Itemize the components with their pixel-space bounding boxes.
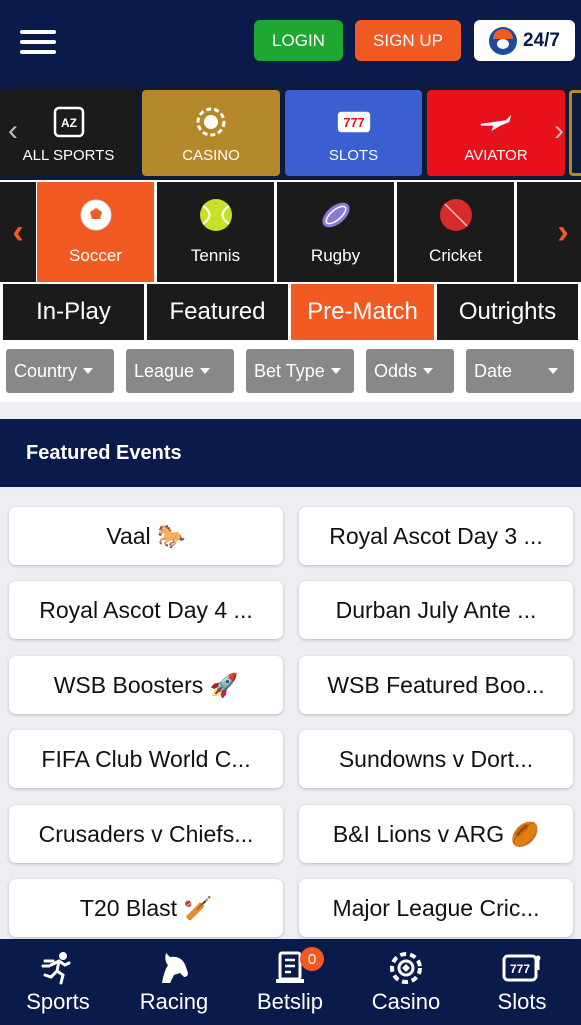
category-carousel: AZ ALL SPORTS CASINO 777 SLOTS AVIATOR ‹…: [0, 84, 581, 180]
sport-label: Soccer: [69, 246, 122, 265]
featured-events-grid: Vaal 🐎 Royal Ascot Day 3 ... Royal Ascot…: [0, 487, 581, 939]
sport-next-peek: [517, 182, 545, 282]
chevron-right-icon[interactable]: ›: [554, 114, 564, 148]
sport-cricket[interactable]: Cricket: [397, 182, 514, 282]
az-icon: AZ: [52, 105, 86, 139]
signup-button[interactable]: SIGN UP: [355, 20, 461, 61]
rugby-ball-icon: [321, 202, 350, 228]
chevron-left-icon[interactable]: ‹: [0, 182, 36, 282]
sport-label: Cricket: [429, 246, 482, 265]
event-button[interactable]: T20 Blast 🏏: [9, 879, 283, 937]
caret-down-icon: [423, 368, 434, 374]
support-label: 24/7: [523, 29, 560, 51]
svg-text:777: 777: [343, 115, 364, 130]
slots-777-icon: 777: [337, 105, 371, 139]
tab-in-play[interactable]: In-Play: [3, 284, 144, 340]
event-button[interactable]: WSB Boosters 🚀: [9, 656, 283, 714]
chip-icon: [194, 105, 228, 139]
nav-betslip[interactable]: Betslip 0: [232, 939, 348, 1025]
caret-down-icon: [200, 368, 211, 374]
date-dropdown[interactable]: Date: [466, 349, 574, 393]
category-all-sports[interactable]: AZ ALL SPORTS: [0, 90, 137, 176]
category-aviator[interactable]: AVIATOR: [427, 90, 565, 176]
caret-down-icon: [548, 368, 559, 374]
svg-text:777: 777: [510, 962, 530, 976]
odds-dropdown[interactable]: Odds: [366, 349, 454, 393]
category-casino[interactable]: CASINO: [142, 90, 280, 176]
category-label: ALL SPORTS: [22, 147, 115, 164]
filter-label: League: [134, 360, 195, 381]
tab-featured[interactable]: Featured: [147, 284, 288, 340]
nav-label: Slots: [497, 989, 547, 1014]
league-dropdown[interactable]: League: [126, 349, 234, 393]
sport-label: Rugby: [310, 246, 361, 265]
event-button[interactable]: Vaal 🐎: [9, 507, 283, 565]
chevron-right-icon[interactable]: ›: [545, 182, 581, 282]
chip-icon: [389, 949, 423, 987]
category-slots[interactable]: 777 SLOTS: [285, 90, 422, 176]
nav-label: Racing: [139, 989, 209, 1014]
filter-label: Date: [474, 360, 513, 381]
event-button[interactable]: Major League Cric...: [299, 879, 573, 937]
runner-icon: [41, 949, 75, 987]
event-button[interactable]: FIFA Club World C...: [9, 730, 283, 788]
category-label: CASINO: [182, 147, 240, 164]
menu-icon[interactable]: [20, 30, 56, 54]
support-button[interactable]: 24/7: [474, 20, 575, 61]
market-tabs: In-Play Featured Pre-Match Outrights: [0, 284, 581, 342]
chevron-left-icon[interactable]: ‹: [8, 114, 18, 148]
plane-icon: [479, 105, 513, 139]
sport-tennis[interactable]: Tennis: [157, 182, 274, 282]
betslip-count-badge: 0: [300, 947, 324, 971]
soccer-ball-icon: [80, 199, 111, 231]
bottom-navigation: Sports Racing Betslip 0 Casino 777 Slots: [0, 939, 581, 1025]
sport-soccer[interactable]: Soccer: [37, 182, 154, 282]
cricket-ball-icon: [439, 199, 472, 231]
filter-bar: Country League Bet Type Odds Date: [0, 342, 581, 402]
login-button[interactable]: LOGIN: [254, 20, 343, 61]
event-button[interactable]: Royal Ascot Day 3 ...: [299, 507, 573, 565]
svg-text:AZ: AZ: [61, 116, 77, 130]
filter-label: Country: [14, 360, 78, 381]
nav-casino[interactable]: Casino: [348, 939, 464, 1025]
caret-down-icon: [330, 368, 341, 374]
tennis-ball-icon: [199, 199, 232, 231]
slots-777-icon: 777: [502, 949, 542, 987]
sports-carousel: ‹ Soccer Tennis Rugby Cricket ›: [0, 180, 581, 284]
caret-down-icon: [83, 368, 94, 374]
category-next-peek: [569, 90, 581, 176]
tab-pre-match[interactable]: Pre-Match: [291, 284, 434, 340]
featured-events-header: Featured Events: [0, 419, 581, 487]
event-button[interactable]: B&I Lions v ARG 🏉: [299, 805, 573, 863]
event-button[interactable]: Sundowns v Dort...: [299, 730, 573, 788]
event-button[interactable]: Crusaders v Chiefs...: [9, 805, 283, 863]
filter-label: Odds: [374, 360, 418, 381]
category-label: AVIATOR: [464, 147, 528, 164]
nav-slots[interactable]: 777 Slots: [464, 939, 580, 1025]
support-agent-icon: [489, 26, 517, 55]
tab-outrights[interactable]: Outrights: [437, 284, 578, 340]
top-header: LOGIN SIGN UP 24/7: [0, 0, 581, 84]
nav-label: Sports: [26, 989, 90, 1014]
event-button[interactable]: WSB Featured Boo...: [299, 656, 573, 714]
event-button[interactable]: Durban July Ante ...: [299, 581, 573, 639]
nav-racing[interactable]: Racing: [116, 939, 232, 1025]
sport-rugby[interactable]: Rugby: [277, 182, 394, 282]
category-label: SLOTS: [328, 147, 379, 164]
horse-head-icon: [158, 949, 190, 987]
sport-label: Tennis: [190, 246, 241, 265]
event-button[interactable]: Royal Ascot Day 4 ...: [9, 581, 283, 639]
nav-label: Casino: [371, 989, 441, 1014]
nav-label: Betslip: [256, 989, 324, 1014]
filter-label: Bet Type: [254, 360, 325, 381]
nav-sports[interactable]: Sports: [0, 939, 116, 1025]
country-dropdown[interactable]: Country: [6, 349, 114, 393]
bet-type-dropdown[interactable]: Bet Type: [246, 349, 354, 393]
